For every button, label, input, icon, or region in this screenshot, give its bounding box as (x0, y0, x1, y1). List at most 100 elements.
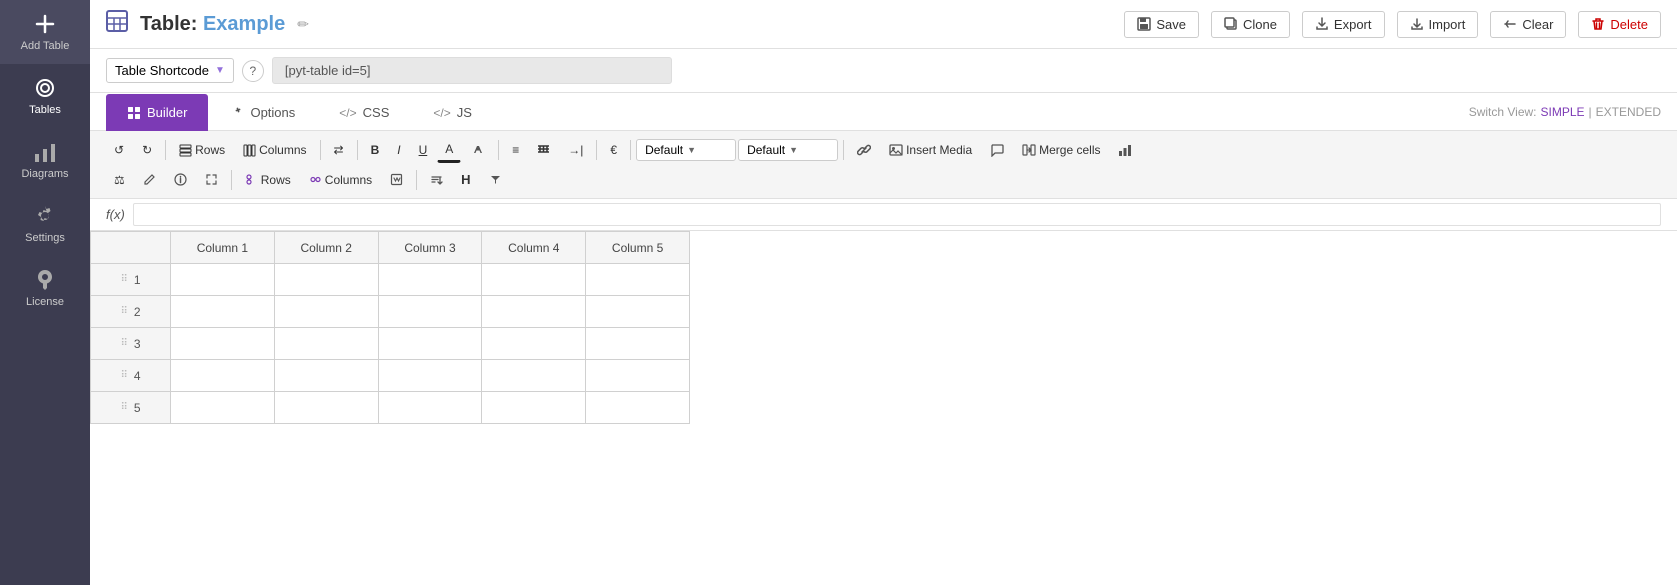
table-cell[interactable] (482, 328, 586, 360)
cell-style-button[interactable] (382, 168, 411, 191)
table-row: ⠿4 (91, 360, 690, 392)
drag-handle-icon[interactable]: ⠿ (120, 306, 127, 317)
font-color-button[interactable]: A (437, 137, 461, 163)
align-left-button[interactable]: ≡ (504, 138, 527, 162)
underline-button[interactable]: U (411, 138, 436, 162)
table-cell[interactable] (378, 360, 482, 392)
drag-handle-icon[interactable]: ⠿ (120, 338, 127, 349)
align-right-button[interactable]: →| (560, 138, 591, 162)
table-cell[interactable] (482, 264, 586, 296)
help-button[interactable]: ? (242, 60, 264, 82)
header-button[interactable]: H (453, 167, 478, 192)
redo-button[interactable]: ↻ (134, 138, 160, 162)
table-cell[interactable] (482, 392, 586, 424)
undo-button[interactable]: ↺ (106, 138, 132, 162)
tab-css[interactable]: </> CSS (318, 94, 410, 131)
table-cell[interactable] (378, 264, 482, 296)
table-cell[interactable] (274, 328, 378, 360)
transfer-button[interactable]: ⇄ (326, 138, 352, 162)
table-cell[interactable] (171, 392, 275, 424)
sidebar-item-settings[interactable]: Settings (0, 192, 90, 256)
tab-options[interactable]: Options (210, 94, 316, 131)
sidebar-diagrams-label: Diagrams (21, 168, 68, 180)
drag-handle-icon[interactable]: ⠿ (120, 274, 127, 285)
table-cell[interactable] (586, 328, 690, 360)
columns-style-icon (309, 173, 322, 186)
font-family-dropdown[interactable]: Default ▼ (636, 139, 736, 161)
italic-button[interactable]: I (389, 138, 408, 162)
align-center-button[interactable] (529, 139, 558, 161)
shortcode-dropdown-label: Table Shortcode (115, 63, 209, 78)
table-cell[interactable] (378, 328, 482, 360)
columns-style-button[interactable]: Columns (301, 168, 380, 192)
delete-button[interactable]: Delete (1578, 11, 1661, 38)
clear-button[interactable]: Clear (1490, 11, 1566, 38)
table-cell[interactable] (586, 264, 690, 296)
options-tab-icon (231, 106, 244, 119)
drag-handle-icon[interactable]: ⠿ (120, 370, 127, 381)
table-cell[interactable] (586, 296, 690, 328)
highlight-button[interactable] (463, 138, 493, 162)
rows-button[interactable]: Rows (171, 138, 233, 162)
table-cell[interactable] (378, 392, 482, 424)
plus-icon (33, 12, 57, 36)
table-cell[interactable] (171, 264, 275, 296)
edit-title-icon[interactable]: ✏ (297, 16, 309, 33)
clone-button[interactable]: Clone (1211, 11, 1290, 38)
table-cell[interactable] (171, 360, 275, 392)
drag-handle-icon[interactable]: ⠿ (120, 402, 127, 413)
col-header-1: Column 1 (171, 232, 275, 264)
tab-js[interactable]: </> JS (412, 94, 493, 131)
columns-button[interactable]: Columns (235, 138, 314, 162)
sep-3 (357, 140, 358, 160)
edit-cell-button[interactable] (135, 168, 164, 191)
maximize-button[interactable] (197, 168, 226, 191)
table-cell[interactable] (482, 296, 586, 328)
font-size-dropdown[interactable]: Default ▼ (738, 139, 838, 161)
font-size-arrow: ▼ (789, 145, 798, 155)
chart-icon (1118, 143, 1132, 157)
rows-style-button[interactable]: Rows (237, 168, 299, 192)
row-header: ⠿5 (91, 392, 171, 424)
import-button[interactable]: Import (1397, 11, 1479, 38)
table-cell[interactable] (171, 296, 275, 328)
table-cell[interactable] (274, 296, 378, 328)
sidebar-item-add-table[interactable]: Add Table (0, 0, 90, 64)
merge-cells-button[interactable]: Merge cells (1014, 138, 1108, 162)
table-row: ⠿2 (91, 296, 690, 328)
sidebar-item-diagrams[interactable]: Diagrams (0, 128, 90, 192)
currency-button[interactable]: € (602, 138, 625, 162)
sort-button[interactable] (422, 168, 451, 191)
save-icon (1137, 17, 1151, 31)
shortcode-display: [pyt-table id=5] (272, 57, 672, 84)
comment-button[interactable] (982, 138, 1012, 162)
sidebar-item-license[interactable]: License (0, 256, 90, 320)
table-cell[interactable] (274, 360, 378, 392)
export-button[interactable]: Export (1302, 11, 1385, 38)
table-area: Column 1 Column 2 Column 3 Column 4 Colu… (90, 231, 1677, 585)
info-button[interactable] (166, 168, 195, 191)
link-button[interactable] (849, 138, 879, 162)
js-tab-label: JS (457, 105, 472, 120)
sidebar-item-tables[interactable]: Tables (0, 64, 90, 128)
shortcode-dropdown[interactable]: Table Shortcode ▼ (106, 58, 234, 83)
table-cell[interactable] (482, 360, 586, 392)
chart-button[interactable] (1110, 138, 1140, 162)
table-cell[interactable] (586, 392, 690, 424)
extended-view-link[interactable]: EXTENDED (1596, 105, 1661, 119)
formula-input[interactable] (133, 203, 1661, 226)
bold-button[interactable]: B (363, 138, 388, 162)
toolbar-row-2: ⚖ Rows Columns (106, 165, 1661, 194)
table-cell[interactable] (274, 392, 378, 424)
tab-builder[interactable]: Builder (106, 94, 208, 131)
insert-media-button[interactable]: Insert Media (881, 138, 980, 162)
table-cell[interactable] (378, 296, 482, 328)
formula-balance-button[interactable]: ⚖ (106, 168, 133, 192)
shortcode-toolbar: Table Shortcode ▼ ? [pyt-table id=5] (90, 49, 1677, 93)
simple-view-link[interactable]: SIMPLE (1541, 105, 1585, 119)
save-button[interactable]: Save (1124, 11, 1199, 38)
table-cell[interactable] (586, 360, 690, 392)
table-cell[interactable] (274, 264, 378, 296)
filter-button[interactable] (481, 168, 510, 191)
table-cell[interactable] (171, 328, 275, 360)
